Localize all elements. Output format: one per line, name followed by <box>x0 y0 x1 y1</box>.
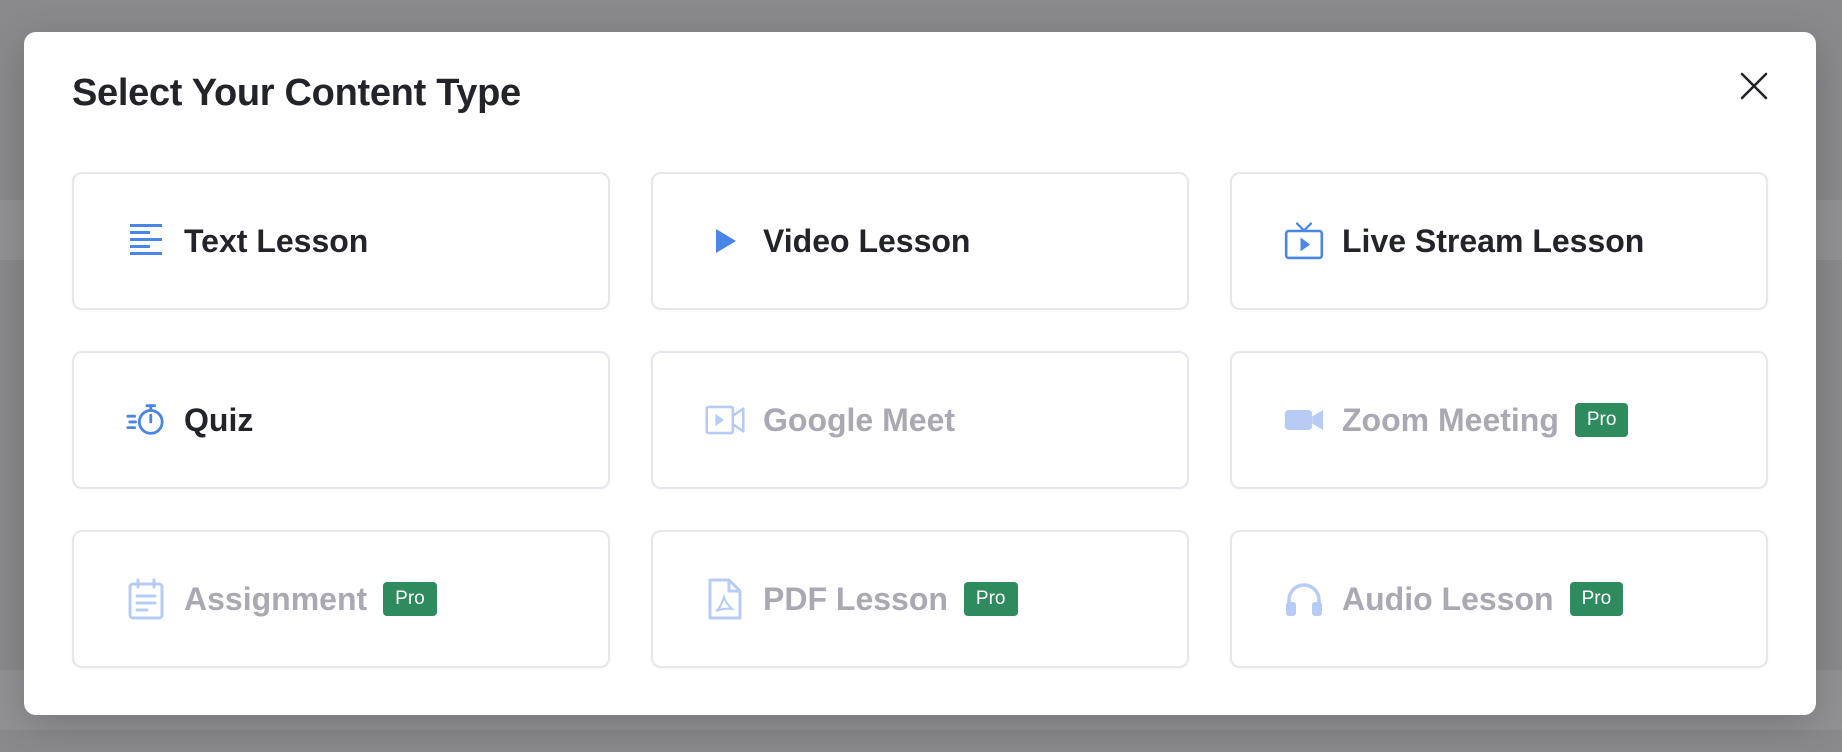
content-type-label: Assignment <box>184 580 368 617</box>
content-type-assignment[interactable]: Assignment Pro <box>72 530 610 668</box>
pro-badge: Pro <box>1569 582 1624 616</box>
content-type-label: Text Lesson <box>184 222 369 259</box>
close-icon <box>1740 72 1768 100</box>
stopwatch-icon <box>126 400 166 440</box>
pro-badge: Pro <box>383 582 437 616</box>
content-type-text-lesson[interactable]: Text Lesson <box>72 172 610 310</box>
content-type-label: Google Meet <box>763 401 956 438</box>
content-type-label: Audio Lesson <box>1342 580 1554 617</box>
content-type-label: Live Stream Lesson <box>1342 222 1645 259</box>
pro-badge: Pro <box>963 582 1018 616</box>
video-camera-outline-icon <box>705 400 745 440</box>
content-type-google-meet[interactable]: Google Meet <box>651 351 1189 489</box>
content-type-live-stream-lesson[interactable]: Live Stream Lesson <box>1230 172 1768 310</box>
pdf-file-icon <box>705 578 745 620</box>
modal-title: Select Your Content Type <box>72 72 521 114</box>
pro-badge: Pro <box>1574 403 1629 437</box>
headphones-icon <box>1284 579 1324 619</box>
content-type-zoom-meeting[interactable]: Zoom Meeting Pro <box>1230 351 1768 489</box>
content-type-video-lesson[interactable]: Video Lesson <box>651 172 1189 310</box>
close-button[interactable] <box>1732 64 1776 108</box>
content-type-pdf-lesson[interactable]: PDF Lesson Pro <box>651 530 1189 668</box>
content-type-label: PDF Lesson <box>763 580 948 617</box>
video-camera-icon <box>1284 400 1324 440</box>
text-lines-icon <box>126 221 166 261</box>
content-type-modal: Select Your Content Type Text Lesson Vid… <box>24 32 1816 715</box>
content-type-quiz[interactable]: Quiz <box>72 351 610 489</box>
content-type-audio-lesson[interactable]: Audio Lesson Pro <box>1230 530 1768 668</box>
content-type-label: Zoom Meeting <box>1342 401 1559 438</box>
clipboard-icon <box>126 578 166 620</box>
content-type-label: Video Lesson <box>763 222 971 259</box>
content-type-label: Quiz <box>184 401 254 438</box>
play-icon <box>705 221 745 261</box>
tv-play-icon <box>1284 221 1324 261</box>
content-type-grid: Text Lesson Video Lesson Live Stream Les… <box>72 172 1768 668</box>
